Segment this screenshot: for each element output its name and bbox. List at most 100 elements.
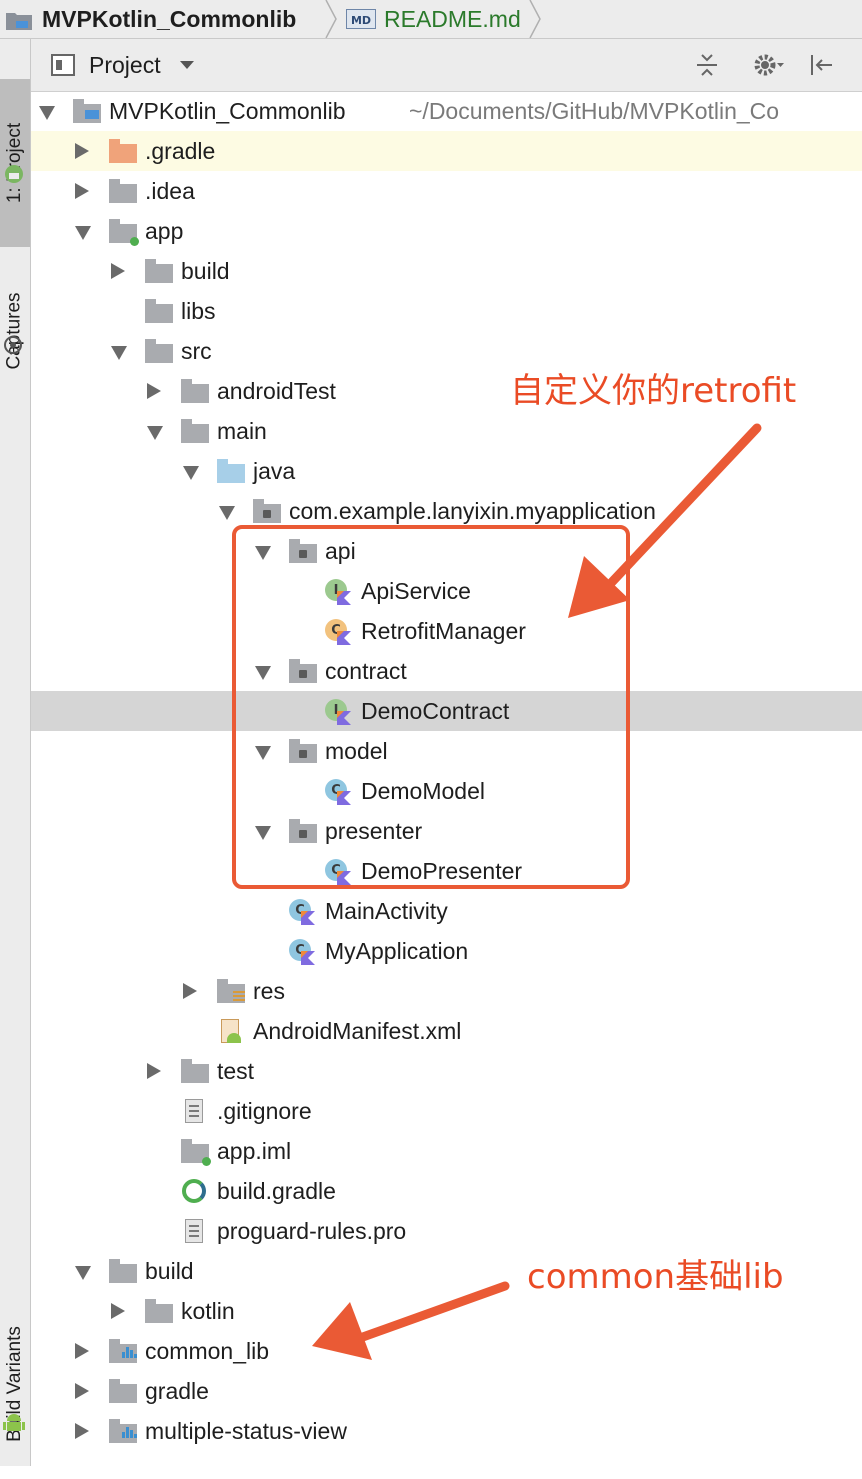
annotation-retrofit-note: 自定义你的retrofit bbox=[510, 371, 797, 411]
tree-item-label: .idea bbox=[145, 178, 195, 204]
expand-down-arrow-icon[interactable] bbox=[111, 346, 127, 360]
hide-panel-button[interactable] bbox=[805, 49, 837, 81]
tree-item-label: AndroidManifest.xml bbox=[253, 1018, 462, 1044]
settings-button[interactable] bbox=[753, 49, 785, 81]
collapse-all-button[interactable] bbox=[691, 49, 723, 81]
collapse-right-arrow-icon[interactable] bbox=[75, 1383, 89, 1399]
expand-down-arrow-icon[interactable] bbox=[183, 466, 199, 480]
tree-item-label: res bbox=[253, 978, 285, 1004]
tree-item-label: .gradle bbox=[145, 138, 216, 164]
tree-item-label: .gitignore bbox=[217, 1098, 312, 1124]
library-module-icon bbox=[109, 1419, 137, 1443]
expand-down-arrow-icon[interactable] bbox=[75, 226, 91, 240]
breadcrumb-file[interactable]: MD README.md bbox=[346, 0, 521, 38]
project-view-selector[interactable]: Project bbox=[51, 39, 195, 91]
tree-item-label: app.iml bbox=[217, 1138, 292, 1164]
breadcrumb-separator-icon bbox=[325, 0, 337, 38]
tree-item-label: common_lib bbox=[145, 1338, 269, 1364]
library-module-icon bbox=[109, 1339, 137, 1363]
collapse-right-arrow-icon[interactable] bbox=[147, 1063, 161, 1079]
tree-row[interactable]: .gitignore bbox=[31, 1091, 862, 1131]
markdown-file-icon: MD bbox=[346, 9, 376, 29]
resource-folder-icon bbox=[217, 979, 245, 1003]
tree-item-label: java bbox=[253, 458, 296, 484]
gear-icon bbox=[754, 54, 784, 76]
android-icon bbox=[5, 165, 23, 183]
tree-row[interactable]: app.iml bbox=[31, 1131, 862, 1171]
annotation-highlight-box bbox=[232, 525, 630, 889]
tree-item-label: kotlin bbox=[181, 1298, 235, 1324]
tree-item-label: MainActivity bbox=[325, 898, 448, 924]
tree-row[interactable]: res bbox=[31, 971, 862, 1011]
manifest-icon bbox=[217, 1019, 245, 1043]
tree-row[interactable]: C MainActivity bbox=[31, 891, 862, 931]
collapse-right-arrow-icon[interactable] bbox=[75, 1343, 89, 1359]
expand-down-arrow-icon[interactable] bbox=[39, 106, 55, 120]
project-view-icon bbox=[51, 54, 75, 76]
tree-row[interactable]: java bbox=[31, 451, 862, 491]
hide-panel-icon bbox=[811, 55, 832, 75]
iml-file-icon bbox=[181, 1139, 211, 1166]
tree-item-label: build bbox=[181, 258, 230, 284]
tree-row[interactable]: AndroidManifest.xml bbox=[31, 1011, 862, 1051]
tree-row[interactable]: app bbox=[31, 211, 862, 251]
annotation-common-note: common基础lib bbox=[527, 1257, 784, 1297]
tab-build-variants[interactable]: Build Variants bbox=[0, 1289, 30, 1479]
tree-row[interactable]: .idea bbox=[31, 171, 862, 211]
project-view-label: Project bbox=[89, 51, 161, 78]
breadcrumb-separator-icon bbox=[529, 0, 541, 38]
collapse-right-arrow-icon[interactable] bbox=[111, 1303, 125, 1319]
tree-item-label: test bbox=[217, 1058, 255, 1084]
tree-row[interactable]: proguard-rules.pro bbox=[31, 1211, 862, 1251]
expand-down-arrow-icon[interactable] bbox=[147, 426, 163, 440]
tree-item-label: proguard-rules.pro bbox=[217, 1218, 407, 1244]
breadcrumb-project-label: MVPKotlin_Commonlib bbox=[42, 5, 297, 32]
tree-item-label: gradle bbox=[145, 1378, 209, 1404]
tree-row[interactable]: libs bbox=[31, 291, 862, 331]
package-icon bbox=[253, 499, 281, 523]
tree-row[interactable]: test bbox=[31, 1051, 862, 1091]
module-folder-icon bbox=[109, 219, 139, 246]
tree-item-label: MVPKotlin_Commonlib bbox=[109, 98, 346, 124]
collapse-right-arrow-icon[interactable] bbox=[75, 183, 89, 199]
tree-row[interactable]: build bbox=[31, 251, 862, 291]
kotlin-class-icon: C bbox=[289, 899, 317, 925]
breadcrumb: MVPKotlin_Commonlib MD README.md bbox=[0, 0, 862, 39]
tool-window-strip: 1: Project Captures Build Variants bbox=[0, 39, 31, 1466]
breadcrumb-project[interactable]: MVPKotlin_Commonlib bbox=[6, 0, 296, 38]
tree-row[interactable]: gradle bbox=[31, 1371, 862, 1411]
collapse-right-arrow-icon[interactable] bbox=[75, 1423, 89, 1439]
tree-item-label: androidTest bbox=[217, 378, 336, 404]
collapse-right-arrow-icon[interactable] bbox=[75, 143, 89, 159]
kotlin-class-icon: C bbox=[289, 939, 317, 965]
expand-down-arrow-icon[interactable] bbox=[75, 1266, 91, 1280]
chevron-down-icon bbox=[179, 61, 194, 69]
folder-icon bbox=[181, 419, 209, 443]
tree-item-label: build bbox=[145, 1258, 194, 1284]
tab-captures[interactable]: Captures bbox=[0, 261, 30, 401]
tree-row[interactable]: C MyApplication bbox=[31, 931, 862, 971]
gradle-file-icon bbox=[181, 1179, 209, 1203]
collapse-all-icon bbox=[697, 54, 717, 76]
tab-captures-label: Captures bbox=[4, 292, 26, 370]
tree-row[interactable]: main bbox=[31, 411, 862, 451]
project-folder-icon bbox=[6, 9, 32, 30]
tree-row[interactable]: common_lib bbox=[31, 1331, 862, 1371]
tree-row[interactable]: build.gradle bbox=[31, 1171, 862, 1211]
tree-item-label: main bbox=[217, 418, 267, 444]
camera-icon bbox=[4, 336, 22, 354]
tree-row[interactable]: MVPKotlin_Commonlib ~/Documents/GitHub/MV… bbox=[31, 91, 862, 131]
collapse-right-arrow-icon[interactable] bbox=[183, 983, 197, 999]
tree-row[interactable]: multiple-status-view bbox=[31, 1411, 862, 1451]
tree-item-label: multiple-status-view bbox=[145, 1418, 347, 1444]
folder-icon bbox=[145, 259, 173, 283]
expand-down-arrow-icon[interactable] bbox=[219, 506, 235, 520]
folder-icon bbox=[145, 339, 173, 363]
collapse-right-arrow-icon[interactable] bbox=[147, 383, 161, 399]
tree-row[interactable]: .gradle bbox=[31, 131, 862, 171]
breadcrumb-file-label: README.md bbox=[384, 5, 521, 32]
tree-item-label: libs bbox=[181, 298, 216, 324]
collapse-right-arrow-icon[interactable] bbox=[111, 263, 125, 279]
tree-item-label: build.gradle bbox=[217, 1178, 336, 1204]
project-folder-icon bbox=[73, 99, 101, 123]
